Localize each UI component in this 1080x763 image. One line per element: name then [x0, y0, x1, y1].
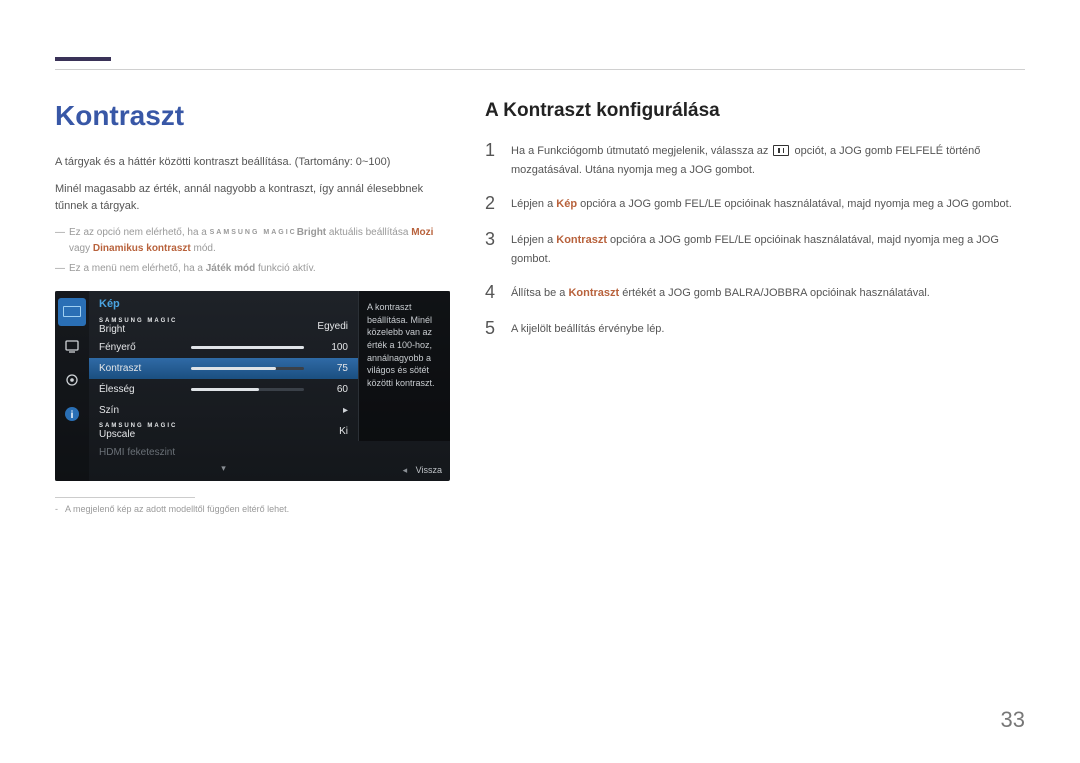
header-accent-bar [55, 57, 111, 61]
osd-row-color: Szín ▸ [89, 400, 358, 421]
svg-text:i: i [71, 410, 74, 421]
osd-row-magicbright: SAMSUNG MAGICBright Egyedi [89, 316, 358, 337]
note-game-mode: Ez a menü nem elérhető, ha a Játék mód f… [55, 261, 440, 277]
osd-info-panel: A kontraszt beállítása. Minél közelebb v… [358, 291, 450, 441]
header-rule [55, 69, 1025, 70]
step-1: 1 Ha a Funkciógomb útmutató megjelenik, … [485, 140, 1025, 179]
monitor-icon [63, 306, 81, 318]
osd-tab-settings [58, 366, 86, 394]
right-column: A Kontraszt konfigurálása 1 Ha a Funkció… [485, 100, 1025, 514]
intro-desc: Minél magasabb az érték, annál nagyobb a… [55, 181, 440, 215]
model-footnote: A megjelenő kép az adott modelltől függő… [55, 504, 440, 514]
osd-row-sharpness: Élesség 60 [89, 379, 358, 400]
osd-row-hdmi: HDMI feketeszint [89, 442, 358, 463]
steps-list: 1 Ha a Funkciógomb útmutató megjelenik, … [485, 140, 1025, 340]
step-5: 5 A kijelölt beállítás érvénybe lép. [485, 318, 1025, 340]
step-4: 4 Állítsa be a Kontraszt értékét a JOG g… [485, 282, 1025, 304]
arrow-left-icon: ◂ [403, 465, 408, 475]
osd-row-upscale: SAMSUNG MAGICUpscale Ki [89, 421, 358, 442]
samsung-magic-logo: SAMSUNG MAGIC [210, 229, 297, 236]
intro-range: A tárgyak és a háttér közötti kontraszt … [55, 154, 440, 171]
osd-tab-info: i [58, 400, 86, 428]
osd-tab-picture [58, 298, 86, 326]
osd-footer: ◂ Vissza [403, 465, 442, 476]
osd-tabs: i [55, 291, 89, 481]
section-heading: Kontraszt [55, 100, 440, 132]
osd-row-brightness: Fényerő 100 [89, 337, 358, 358]
gear-icon [64, 372, 80, 388]
osd-tab-options [58, 332, 86, 360]
info-icon: i [64, 406, 80, 422]
chevron-down-icon: ▾ [89, 463, 358, 477]
chevron-right-icon: ▸ [320, 405, 348, 416]
display-icon [64, 338, 80, 354]
osd-row-contrast: Kontraszt 75 [89, 358, 358, 379]
menu-icon [773, 145, 789, 156]
config-heading: A Kontraszt konfigurálása [485, 100, 1025, 122]
footnote-rule [55, 497, 195, 498]
step-2: 2 Lépjen a Kép opcióra a JOG gomb FEL/LE… [485, 193, 1025, 215]
page-number: 33 [1001, 707, 1025, 733]
step-3: 3 Lépjen a Kontraszt opcióra a JOG gomb … [485, 229, 1025, 268]
osd-screenshot: i Kép SAMSUNG MAGICBright Egyedi Fényerő [55, 291, 450, 481]
left-column: Kontraszt A tárgyak és a háttér közötti … [55, 100, 440, 514]
note-magic-bright: Ez az opció nem elérhető, ha a SAMSUNG M… [55, 225, 440, 257]
